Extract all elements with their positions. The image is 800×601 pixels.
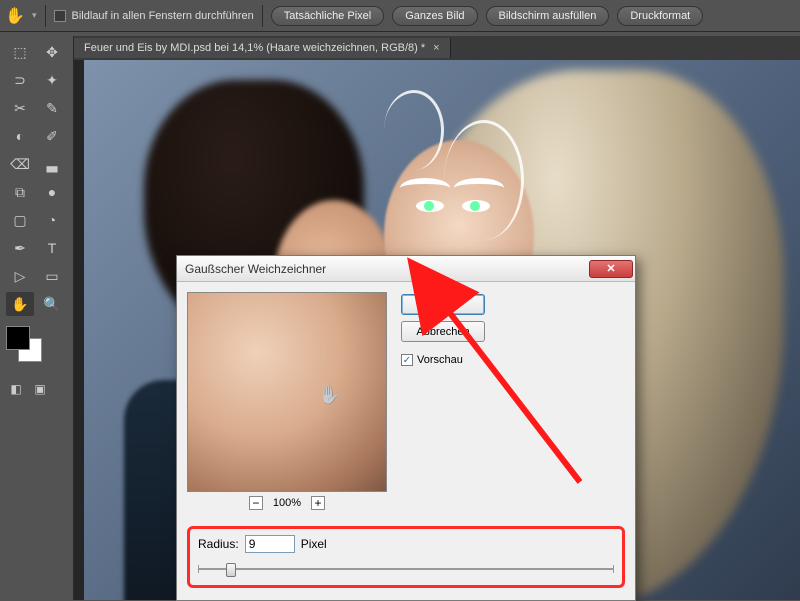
dialog-close-button[interactable]: ✕ [589, 260, 633, 278]
tool-path[interactable]: ▷ [6, 264, 34, 288]
tool-crop[interactable]: ✂ [6, 96, 34, 120]
document-tab-strip: Feuer und Eis by MDI.psd bei 14,1% (Haar… [74, 36, 800, 60]
dialog-preview-image[interactable]: ✋ [187, 292, 387, 492]
dialog-titlebar[interactable]: Gaußscher Weichzeichner ✕ [177, 256, 635, 282]
tool-move[interactable]: ✥ [38, 40, 66, 64]
tool-lasso[interactable]: ⊃ [6, 68, 34, 92]
tool-pen[interactable]: ✒ [6, 236, 34, 260]
tool-dodge[interactable]: ◔ [38, 208, 66, 232]
document-tab-title: Feuer und Eis by MDI.psd bei 14,1% (Haar… [84, 42, 425, 54]
tool-eraser[interactable]: ⧉ [6, 180, 34, 204]
separator [262, 5, 263, 27]
color-swatches[interactable] [6, 326, 46, 366]
tool-eyedropper[interactable]: ✎ [38, 96, 66, 120]
dropdown-arrow-icon[interactable]: ▾ [32, 10, 37, 21]
fill-screen-button[interactable]: Bildschirm ausfüllen [486, 6, 610, 26]
dialog-title: Gaußscher Weichzeichner [185, 262, 326, 276]
checkbox-box[interactable] [54, 10, 66, 22]
actual-pixels-button[interactable]: Tatsächliche Pixel [271, 6, 384, 26]
tool-marquee[interactable]: ⬚ [6, 40, 34, 64]
radius-unit: Pixel [301, 537, 327, 551]
slider-thumb[interactable] [226, 563, 236, 577]
print-size-button[interactable]: Druckformat [617, 6, 703, 26]
zoom-level: 100% [273, 497, 301, 509]
radius-slider[interactable] [198, 563, 614, 575]
tool-blur[interactable]: ▢ [6, 208, 34, 232]
zoom-in-button[interactable]: + [311, 496, 325, 510]
dialog-preview-column: ✋ − 100% + [187, 292, 387, 510]
tool-zoom[interactable]: 🔍 [38, 292, 66, 316]
document-tab[interactable]: Feuer und Eis by MDI.psd bei 14,1% (Haar… [74, 38, 451, 58]
hand-tool-icon: ✋ [6, 7, 24, 25]
separator [45, 5, 46, 27]
tool-type[interactable]: T [38, 236, 66, 260]
tool-stamp[interactable]: ⌫ [6, 152, 34, 176]
radius-highlight-annotation: Radius: Pixel [187, 526, 625, 588]
cancel-button[interactable]: Abbrechen [401, 321, 485, 342]
ok-button[interactable]: OK [401, 294, 485, 315]
foreground-color-swatch[interactable] [6, 326, 30, 350]
scroll-all-label: Bildlauf in allen Fenstern durchführen [72, 10, 254, 22]
tool-history[interactable]: ▃ [38, 152, 66, 176]
tool-shape[interactable]: ▭ [38, 264, 66, 288]
tool-hand[interactable]: ✋ [6, 292, 34, 316]
fit-screen-button[interactable]: Ganzes Bild [392, 6, 477, 26]
options-bar: ✋ ▾ Bildlauf in allen Fenstern durchführ… [0, 0, 800, 32]
tool-brush[interactable]: ✐ [38, 124, 66, 148]
tool-heal[interactable]: ◐ [6, 124, 34, 148]
tool-wand[interactable]: ✦ [38, 68, 66, 92]
hand-cursor-icon: ✋ [318, 385, 340, 406]
preview-checkbox[interactable]: ✓ Vorschau [401, 354, 625, 366]
radius-input[interactable] [245, 535, 295, 553]
tool-grid: ⬚ ✥ ⊃ ✦ ✂ ✎ ◐ ✐ ⌫ ▃ ⧉ ● ▢ ◔ ✒ T ▷ ▭ ✋ 🔍 [6, 40, 67, 316]
zoom-out-button[interactable]: − [249, 496, 263, 510]
screenmode-icon[interactable]: ▣ [30, 380, 50, 398]
checkbox-icon[interactable]: ✓ [401, 354, 413, 366]
gaussian-blur-dialog: Gaußscher Weichzeichner ✕ ✋ − 100% + OK … [176, 255, 636, 601]
close-tab-icon[interactable]: × [433, 42, 439, 54]
scroll-all-windows-checkbox[interactable]: Bildlauf in allen Fenstern durchführen [54, 10, 254, 22]
quickmask-icon[interactable]: ◧ [6, 380, 26, 398]
tool-gradient[interactable]: ● [38, 180, 66, 204]
preview-checkbox-label: Vorschau [417, 354, 463, 366]
tools-panel: ⬚ ✥ ⊃ ✦ ✂ ✎ ◐ ✐ ⌫ ▃ ⧉ ● ▢ ◔ ✒ T ▷ ▭ ✋ 🔍 … [0, 36, 74, 600]
dialog-button-column: OK Abbrechen ✓ Vorschau [401, 292, 625, 510]
radius-label: Radius: [198, 537, 239, 551]
